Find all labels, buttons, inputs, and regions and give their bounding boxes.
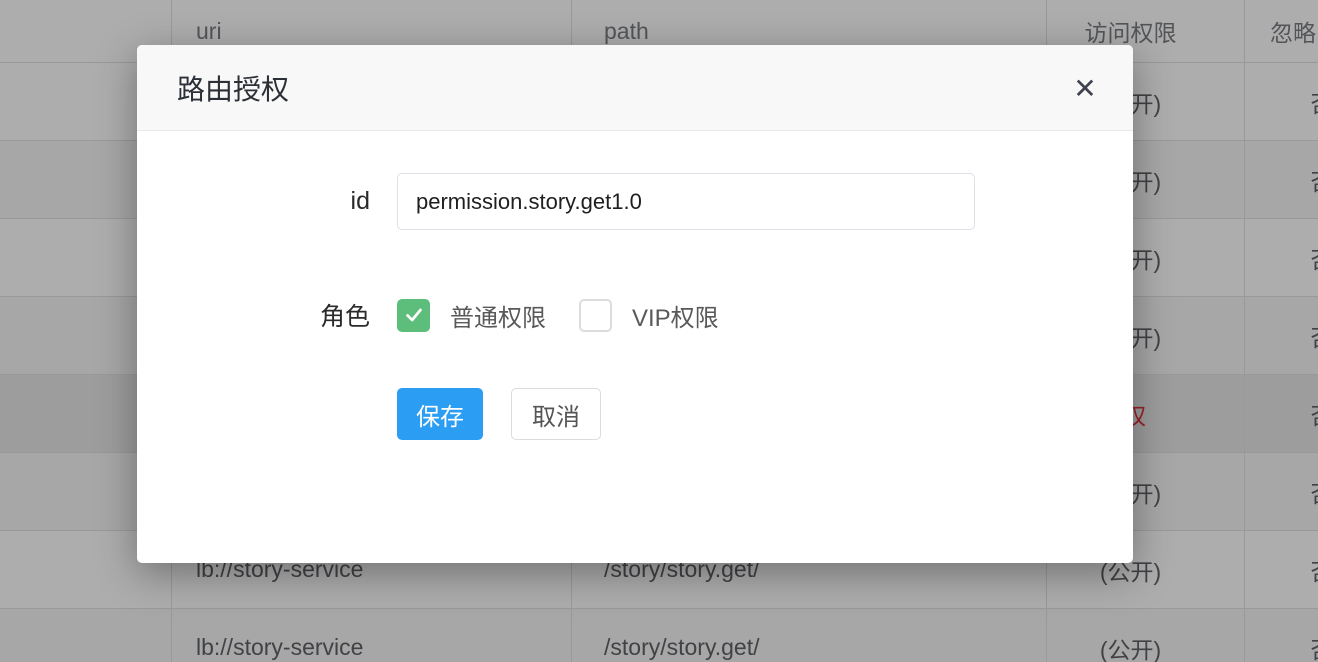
role-label: 角色: [137, 297, 370, 333]
vip-permission-label[interactable]: VIP权限: [632, 298, 719, 333]
id-form-row: id: [137, 173, 1133, 230]
role-form-row: 角色 普通权限 VIP权限: [137, 298, 1133, 332]
close-icon[interactable]: ✕: [1067, 71, 1103, 107]
route-authorization-modal: 路由授权 ✕ id 角色 普通权限 VIP权限 保存: [137, 45, 1133, 563]
check-icon: [403, 304, 425, 326]
normal-permission-checkbox[interactable]: [397, 299, 430, 332]
normal-permission-label[interactable]: 普通权限: [450, 298, 546, 333]
save-button[interactable]: 保存: [397, 388, 483, 440]
modal-body: id 角色 普通权限 VIP权限 保存 取消: [137, 173, 1133, 440]
id-input[interactable]: [397, 173, 975, 230]
modal-title: 路由授权: [177, 68, 289, 108]
id-label: id: [137, 187, 370, 216]
vip-permission-checkbox[interactable]: [579, 299, 612, 332]
modal-header: 路由授权 ✕: [137, 45, 1133, 131]
cancel-button[interactable]: 取消: [511, 388, 601, 440]
page: uri path 访问权限 忽略 lb://story-service /sto…: [0, 0, 1318, 662]
button-row: 保存 取消: [137, 388, 1133, 440]
